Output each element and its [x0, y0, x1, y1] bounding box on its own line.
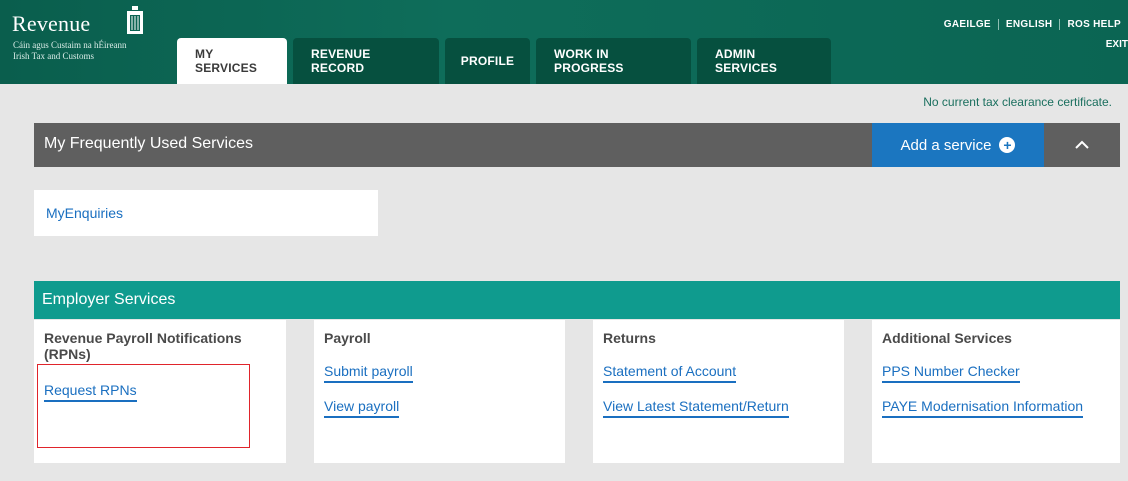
site-header: Revenue Cáin agus Custaim na hÉireann Ir…	[0, 0, 1128, 84]
english-link[interactable]: ENGLISH	[997, 19, 1060, 30]
paye-modernisation-link[interactable]: PAYE Modernisation Information	[882, 398, 1084, 418]
add-service-label: Add a service	[900, 136, 992, 154]
tab-work-in-progress[interactable]: WORK IN PROGRESS	[536, 38, 691, 84]
payroll-card: Payroll Submit payroll View payroll	[314, 320, 565, 463]
plus-circle-icon: +	[999, 137, 1016, 153]
returns-heading: Returns	[603, 330, 656, 346]
utility-links: GAEILGE ENGLISH ROS HELP	[937, 19, 1128, 30]
statement-of-account-link[interactable]: Statement of Account	[603, 363, 737, 383]
returns-card: Returns Statement of Account View Latest…	[593, 320, 844, 463]
additional-services-card: Additional Services PPS Number Checker P…	[872, 320, 1120, 463]
additional-services-heading: Additional Services	[882, 330, 1012, 346]
pps-number-checker-link[interactable]: PPS Number Checker	[882, 363, 1020, 383]
harp-icon	[124, 6, 146, 41]
logo-wordmark: Revenue	[12, 11, 91, 36]
tax-clearance-status: No current tax clearance certificate.	[923, 95, 1112, 109]
add-service-button[interactable]: Add a service +	[872, 123, 1044, 167]
view-latest-statement-link[interactable]: View Latest Statement/Return	[603, 398, 789, 418]
tab-revenue-record[interactable]: REVENUE RECORD	[293, 38, 439, 84]
rpn-heading: Revenue Payroll Notifications (RPNs)	[44, 330, 242, 362]
chevron-up-icon	[1075, 136, 1089, 154]
frequent-services-title: My Frequently Used Services	[44, 135, 253, 152]
employer-services-bar: Employer Services	[34, 281, 1120, 319]
employer-services-title: Employer Services	[42, 291, 176, 308]
ros-help-link[interactable]: ROS HELP	[1059, 19, 1128, 30]
request-rpns-link[interactable]: Request RPNs	[44, 382, 137, 402]
payroll-heading: Payroll	[324, 330, 371, 346]
tab-my-services[interactable]: MY SERVICES	[177, 38, 287, 84]
collapse-button[interactable]	[1044, 123, 1120, 167]
view-payroll-link[interactable]: View payroll	[324, 398, 400, 418]
logo-subtitle-irish: Cáin agus Custaim na hÉireann	[13, 40, 127, 50]
tab-profile[interactable]: PROFILE	[445, 38, 530, 84]
favourite-service-card: MyEnquiries	[34, 190, 378, 236]
main-tabs: MY SERVICES REVENUE RECORD PROFILE WORK …	[177, 38, 831, 84]
frequent-services-bar: My Frequently Used Services Add a servic…	[34, 123, 1120, 167]
logo-subtitle-english: Irish Tax and Customs	[13, 51, 94, 61]
submit-payroll-link[interactable]: Submit payroll	[324, 363, 413, 383]
exit-link[interactable]: EXIT	[1106, 39, 1128, 50]
rpn-card: Revenue Payroll Notifications (RPNs) Req…	[34, 320, 286, 463]
myenquiries-link[interactable]: MyEnquiries	[46, 205, 123, 221]
gaeilge-link[interactable]: GAEILGE	[937, 19, 998, 30]
tab-admin-services[interactable]: ADMIN SERVICES	[697, 38, 831, 84]
revenue-logo[interactable]: Revenue Cáin agus Custaim na hÉireann Ir…	[12, 6, 172, 76]
